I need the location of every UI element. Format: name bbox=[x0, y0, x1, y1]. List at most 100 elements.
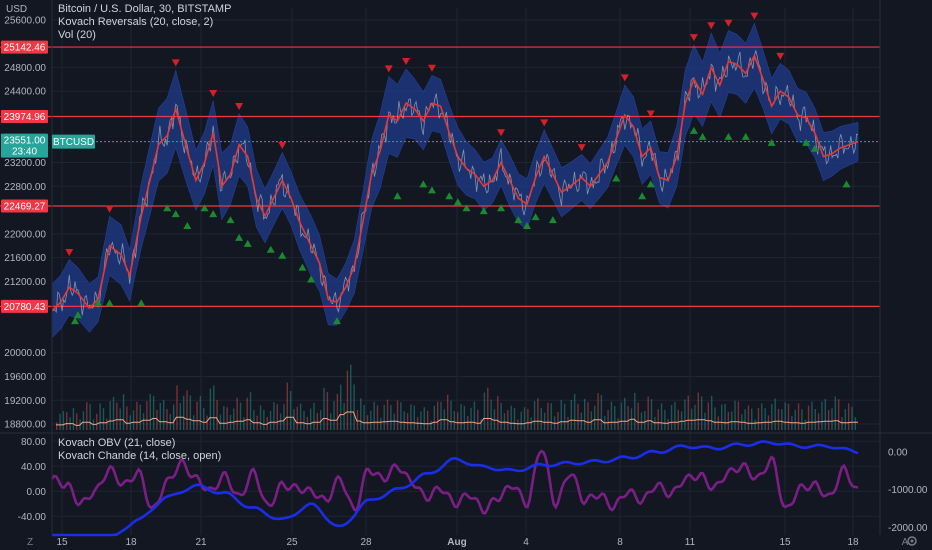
volume-bar bbox=[664, 409, 666, 430]
volume-bar bbox=[634, 392, 636, 430]
volume-bar bbox=[276, 404, 278, 430]
volume-bar bbox=[597, 393, 599, 430]
volume-bar bbox=[336, 393, 339, 430]
volume-bar bbox=[316, 413, 319, 430]
volume-bar bbox=[226, 407, 228, 430]
volume-bar bbox=[323, 387, 325, 430]
volume-bar bbox=[116, 402, 118, 430]
volume-bar bbox=[423, 407, 425, 430]
volume-bar bbox=[203, 407, 205, 430]
volume-bar bbox=[684, 399, 686, 430]
volume-bar bbox=[807, 405, 810, 430]
volume-bar bbox=[420, 411, 422, 430]
volume-bar bbox=[239, 402, 242, 430]
volume-bar bbox=[687, 395, 689, 430]
volume-bar bbox=[657, 409, 659, 430]
volume-bar bbox=[757, 407, 760, 430]
x-tick-label: Aug bbox=[447, 537, 466, 548]
volume-bar bbox=[330, 413, 332, 430]
volume-bar bbox=[263, 409, 265, 430]
volume-bar bbox=[303, 410, 305, 430]
volume-bar bbox=[216, 400, 218, 430]
volume-bar bbox=[507, 410, 509, 430]
volume-bar bbox=[670, 405, 673, 430]
volume-bar bbox=[373, 401, 375, 430]
volume-bar bbox=[801, 409, 803, 430]
volume-bar bbox=[460, 403, 462, 430]
volume-bar bbox=[89, 404, 91, 430]
volume-bar bbox=[844, 409, 847, 430]
volume-bar bbox=[617, 418, 619, 430]
volume-bar bbox=[540, 407, 542, 430]
volume-bar bbox=[644, 410, 646, 430]
legend-indicator-chande[interactable]: Kovach Chande (14, close, open) bbox=[58, 450, 221, 463]
legend-indicator-reversals[interactable]: Kovach Reversals (20, close, 2) bbox=[58, 16, 231, 29]
x-tick-label: 21 bbox=[195, 537, 207, 548]
level-label: 20780.43 bbox=[4, 302, 46, 313]
volume-bar bbox=[594, 405, 596, 430]
volume-bar bbox=[513, 408, 516, 430]
volume-bar bbox=[213, 385, 215, 430]
legend-indicator-obv[interactable]: Kovach OBV (21, close) bbox=[58, 437, 221, 450]
volume-bar bbox=[446, 394, 449, 430]
x-tick-label: 28 bbox=[360, 537, 372, 548]
volume-bar bbox=[650, 399, 653, 430]
volume-bar bbox=[56, 422, 58, 430]
volume-bar bbox=[533, 401, 536, 430]
main-tick-label: 25600.00 bbox=[4, 15, 46, 26]
volume-bar bbox=[122, 394, 125, 430]
volume-bar bbox=[731, 411, 733, 430]
volume-bar bbox=[577, 403, 579, 430]
volume-bar bbox=[243, 416, 245, 430]
volume-bar bbox=[590, 411, 593, 430]
volume-bar bbox=[680, 411, 683, 430]
volume-bar bbox=[142, 413, 145, 430]
volume-bar bbox=[624, 397, 626, 430]
volume-bar bbox=[530, 417, 532, 430]
volume-bar bbox=[700, 396, 703, 430]
volume-bar bbox=[313, 402, 315, 430]
current-price-label: 23551.00 bbox=[4, 136, 46, 147]
volume-bar bbox=[827, 410, 830, 430]
volume-bar bbox=[520, 411, 522, 430]
volume-bar bbox=[764, 408, 766, 430]
volume-bar bbox=[283, 404, 285, 430]
volume-bar bbox=[102, 408, 105, 430]
countdown-label: 23:40 bbox=[12, 147, 37, 158]
volume-bar bbox=[724, 403, 726, 430]
volume-bar bbox=[837, 399, 840, 430]
volume-bar bbox=[587, 402, 589, 430]
volume-bar bbox=[453, 411, 456, 430]
volume-bar bbox=[567, 417, 569, 430]
volume-bar bbox=[714, 407, 716, 430]
volume-bar bbox=[106, 418, 108, 430]
sub-left-tick-label: -40.00 bbox=[18, 512, 47, 523]
volume-bar bbox=[610, 401, 613, 430]
volume-bar bbox=[614, 406, 616, 430]
currency-label: USD bbox=[6, 4, 27, 15]
legend-indicator-volume[interactable]: Vol (20) bbox=[58, 29, 231, 42]
volume-bar bbox=[236, 397, 238, 430]
volume-bar bbox=[467, 415, 469, 430]
volume-bar bbox=[350, 364, 352, 430]
volume-bar bbox=[169, 414, 172, 430]
volume-bar bbox=[383, 404, 385, 430]
volume-bar bbox=[620, 402, 623, 430]
x-tick-label: 18 bbox=[847, 537, 859, 548]
x-tick-label: 8 bbox=[617, 537, 623, 548]
legend-title[interactable]: Bitcoin / U.S. Dollar, 30, BITSTAMP bbox=[58, 3, 231, 16]
sub-legend: Kovach OBV (21, close) Kovach Chande (14… bbox=[58, 437, 221, 463]
volume-bar bbox=[654, 416, 656, 430]
volume-bar bbox=[289, 390, 292, 430]
volume-bar bbox=[196, 401, 198, 430]
x-tick-label: 15 bbox=[56, 537, 68, 548]
volume-bar bbox=[393, 413, 395, 430]
volume-bar bbox=[707, 402, 710, 430]
volume-bar bbox=[152, 395, 155, 430]
price-chart[interactable]: 25600.00 24800.00 24400.00 23200.00 22800.00… bbox=[0, 0, 932, 550]
volume-bar bbox=[694, 404, 696, 430]
volume-bar bbox=[430, 420, 432, 430]
x-tick-label: 25 bbox=[286, 537, 298, 548]
volume-bar bbox=[543, 412, 546, 430]
symbol-tag: BTCUSD bbox=[53, 137, 94, 148]
